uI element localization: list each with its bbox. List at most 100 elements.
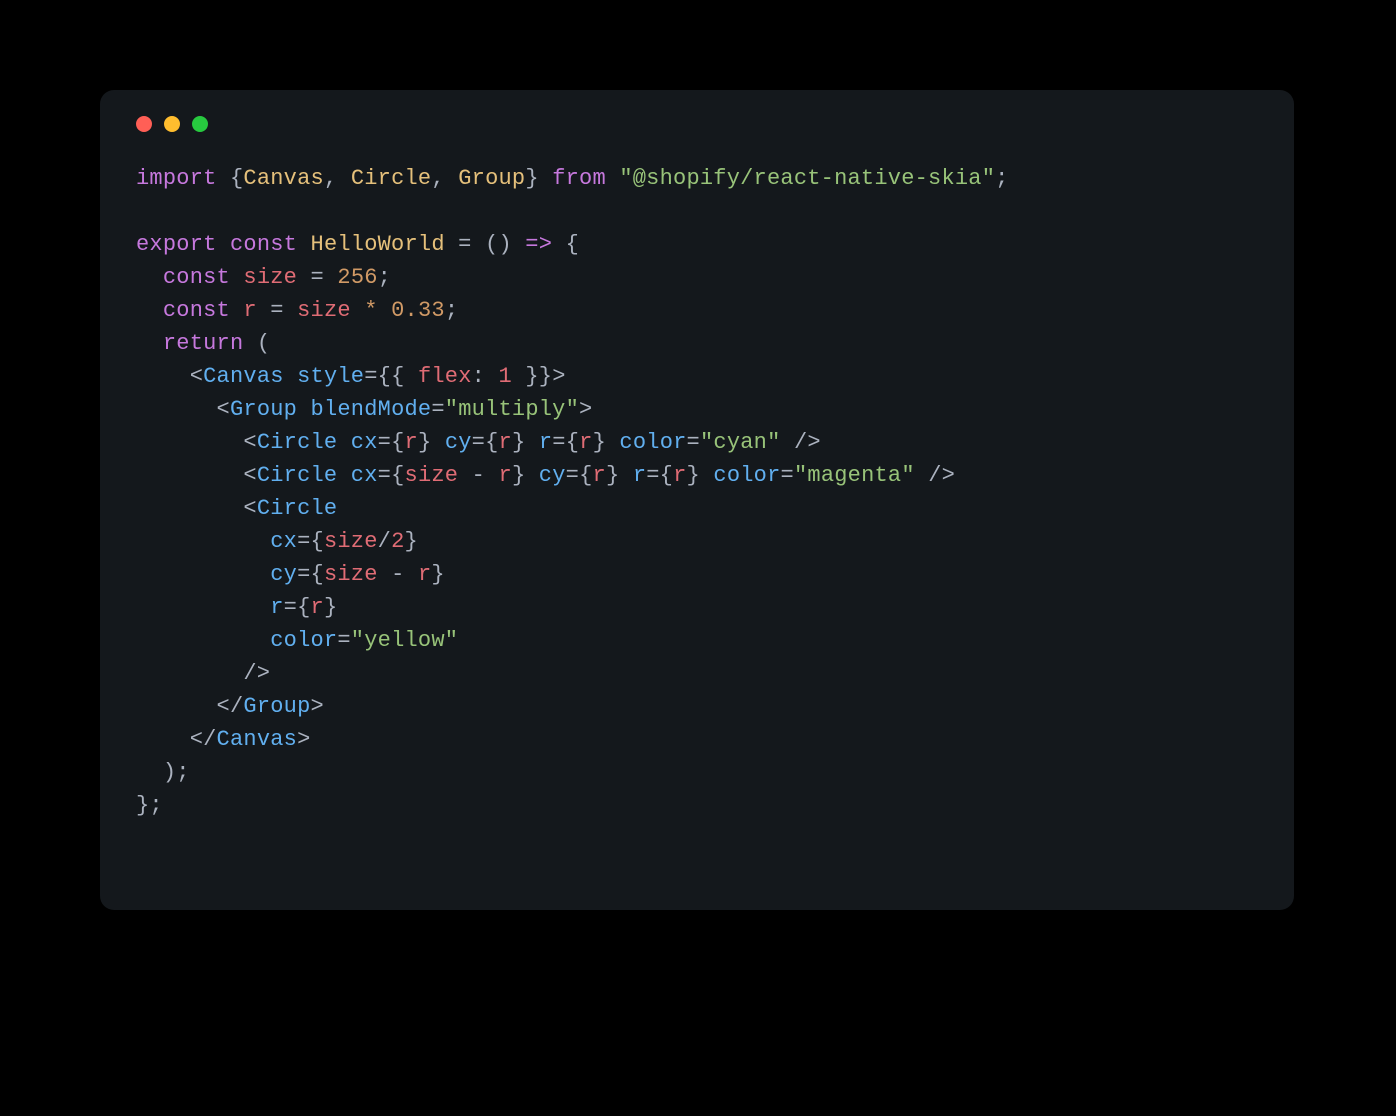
code-token: ={ xyxy=(646,463,673,488)
code-token: > xyxy=(311,694,324,719)
code-token: r xyxy=(593,463,606,488)
code-token: size xyxy=(405,463,459,488)
code-token: }}> xyxy=(512,364,566,389)
code-token: cy xyxy=(270,562,297,587)
code-token: } xyxy=(512,463,539,488)
code-token xyxy=(136,265,163,290)
code-token: Group xyxy=(458,166,525,191)
code-token: 2 xyxy=(391,529,404,554)
code-token: </ xyxy=(136,727,217,752)
code-token: { xyxy=(230,166,243,191)
code-token: r xyxy=(499,463,512,488)
code-token: color xyxy=(619,430,686,455)
code-token: 256 xyxy=(337,265,377,290)
code-token: r xyxy=(405,430,418,455)
code-token: from xyxy=(552,166,619,191)
code-token: /> xyxy=(136,661,270,686)
code-token: cy xyxy=(539,463,566,488)
code-token: size xyxy=(324,562,378,587)
code-token: color xyxy=(713,463,780,488)
code-token: r xyxy=(499,430,512,455)
code-token: < xyxy=(136,496,257,521)
code-token: } xyxy=(512,430,539,455)
code-token: - xyxy=(458,463,498,488)
code-token: < xyxy=(136,364,203,389)
code-token: ={ xyxy=(378,430,405,455)
code-token xyxy=(136,595,270,620)
code-token: "@shopify/react-native-skia" xyxy=(619,166,995,191)
code-token: Group xyxy=(243,694,310,719)
code-token: } xyxy=(405,529,418,554)
code-token: return xyxy=(163,331,244,356)
code-token: r xyxy=(673,463,686,488)
code-token: } xyxy=(687,463,714,488)
code-token: ; xyxy=(378,265,391,290)
code-token: blendMode xyxy=(311,397,432,422)
code-token: Group xyxy=(230,397,297,422)
code-token: 0.33 xyxy=(391,298,445,323)
code-token: "multiply" xyxy=(445,397,579,422)
code-token: r xyxy=(539,430,552,455)
code-token: Circle xyxy=(257,463,338,488)
code-token: { xyxy=(552,232,579,257)
code-token: > xyxy=(297,727,310,752)
code-token: Circle xyxy=(351,166,432,191)
code-token: = () xyxy=(445,232,526,257)
code-token: } xyxy=(593,430,620,455)
code-token: < xyxy=(136,430,257,455)
code-token: HelloWorld xyxy=(311,232,445,257)
code-token: size xyxy=(324,529,378,554)
code-token xyxy=(337,463,350,488)
code-token: cx xyxy=(351,463,378,488)
code-token: cy xyxy=(445,430,472,455)
code-token: r xyxy=(633,463,646,488)
code-token: ; xyxy=(445,298,458,323)
code-token: ={ xyxy=(297,529,324,554)
code-token: ); xyxy=(136,760,190,785)
code-token: } xyxy=(606,463,633,488)
code-token xyxy=(337,430,350,455)
code-token: = xyxy=(431,397,444,422)
code-token: style xyxy=(297,364,364,389)
traffic-lights xyxy=(136,116,1258,132)
code-token: Canvas xyxy=(203,364,284,389)
minimize-icon[interactable] xyxy=(164,116,180,132)
code-token: * xyxy=(351,298,391,323)
code-token: - xyxy=(378,562,418,587)
code-token: } xyxy=(418,430,445,455)
code-token: size xyxy=(243,265,297,290)
code-token xyxy=(136,331,163,356)
code-token: = xyxy=(781,463,794,488)
code-token xyxy=(136,298,163,323)
code-token: < xyxy=(136,463,257,488)
code-token: ={{ xyxy=(364,364,418,389)
code-token: ={ xyxy=(378,463,405,488)
code-token: 1 xyxy=(499,364,512,389)
code-token: : xyxy=(472,364,499,389)
code-token: ( xyxy=(243,331,270,356)
code-token: /> xyxy=(915,463,955,488)
code-token: ={ xyxy=(472,430,499,455)
code-token: < xyxy=(136,397,230,422)
code-token: } xyxy=(431,562,444,587)
code-token: "cyan" xyxy=(700,430,781,455)
code-token xyxy=(136,562,270,587)
code-token: ={ xyxy=(552,430,579,455)
code-token: } xyxy=(525,166,552,191)
code-token: cx xyxy=(270,529,297,554)
code-token: </ xyxy=(136,694,243,719)
zoom-icon[interactable] xyxy=(192,116,208,132)
code-token: cx xyxy=(351,430,378,455)
code-token: flex xyxy=(418,364,472,389)
code-token: }; xyxy=(136,793,163,818)
code-token: "magenta" xyxy=(794,463,915,488)
code-token xyxy=(136,529,270,554)
code-token: > xyxy=(579,397,592,422)
code-token: / xyxy=(378,529,391,554)
code-token: ; xyxy=(995,166,1008,191)
code-token: Canvas xyxy=(217,727,298,752)
code-token: const xyxy=(163,298,244,323)
close-icon[interactable] xyxy=(136,116,152,132)
code-token: color xyxy=(270,628,337,653)
code-token: Canvas xyxy=(243,166,324,191)
